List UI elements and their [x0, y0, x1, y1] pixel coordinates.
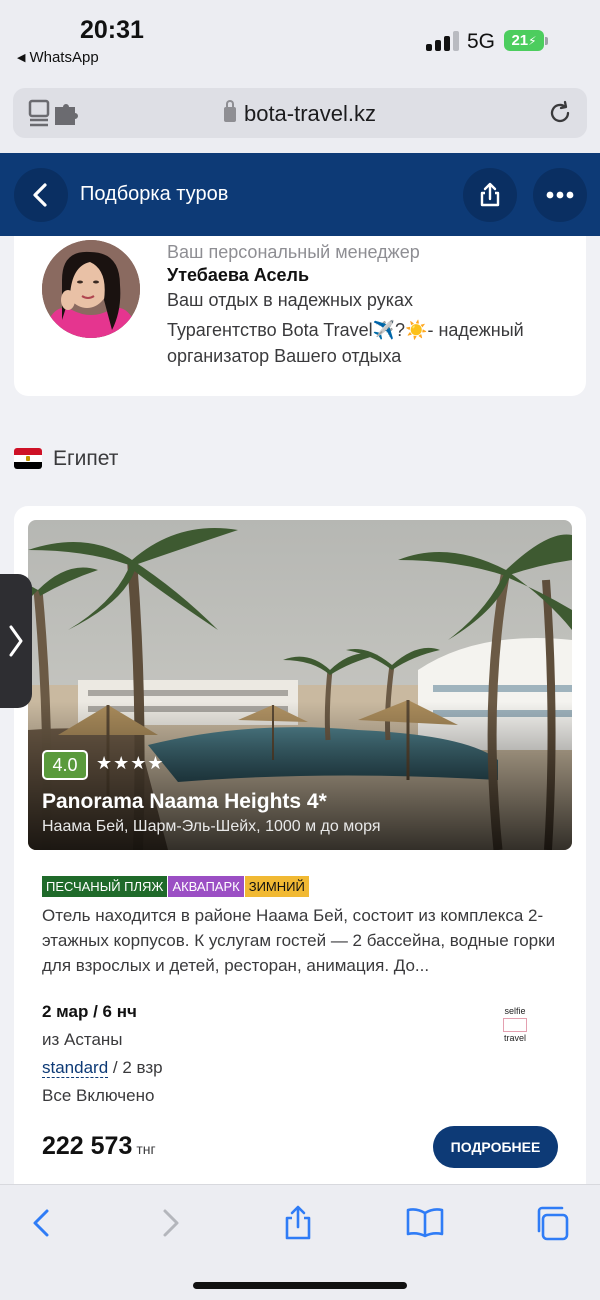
tour-operator-logo: selfie travel: [498, 1006, 532, 1046]
details-button[interactable]: ПОДРОБНЕЕ: [433, 1126, 558, 1168]
browser-url-area: bota-travel.kz: [0, 76, 600, 153]
home-indicator: [193, 1282, 407, 1289]
signal-icon: [426, 31, 460, 51]
trip-dates: 2 мар / 6 нч: [42, 1002, 137, 1021]
tag-aquapark: АКВАПАРК: [168, 876, 244, 897]
back-triangle-icon: ◀: [17, 52, 26, 64]
tour-price: 222 573 тнг: [42, 1132, 156, 1161]
battery-level: 21: [511, 32, 529, 49]
page-title: Подборка туров: [80, 183, 229, 205]
trip-departure: из Астаны: [42, 1030, 123, 1049]
manager-description: Турагентство Bota Travel✈️?☀️- надежный …: [167, 320, 524, 366]
status-time: 20:31: [80, 16, 144, 44]
egypt-flag-icon: [14, 448, 42, 469]
meal-plan: Все Включено: [42, 1086, 155, 1105]
price-value: 222 573: [42, 1132, 133, 1160]
star-rating-icon: ★★★★: [96, 753, 165, 773]
manager-card: Ваш персональный менеджер Утебаева Асель…: [14, 236, 586, 396]
hotel-description: Отель находится в районе Наама Бей, сост…: [42, 906, 556, 975]
manager-role: Ваш персональный менеджер: [167, 242, 420, 262]
chevron-right-icon: [9, 625, 23, 657]
hotel-card[interactable]: 4.0 ★★★★ Panorama Naama Heights 4* Наама…: [14, 506, 586, 1206]
lock-icon: [223, 100, 236, 122]
manager-avatar: [42, 240, 140, 338]
forward-arrow-icon[interactable]: [150, 1203, 190, 1243]
room-type-link[interactable]: standard: [42, 1058, 109, 1078]
guests-count: / 2 взр: [108, 1058, 163, 1077]
more-options-button[interactable]: [533, 168, 587, 222]
address-bar[interactable]: bota-travel.kz: [13, 88, 587, 138]
back-app-label: WhatsApp: [29, 49, 99, 66]
hotel-tags: ПЕСЧАНЫЙ ПЛЯЖ АКВАПАРК ЗИМНИЙ: [42, 876, 310, 898]
hotel-photo[interactable]: 4.0 ★★★★ Panorama Naama Heights 4* Наама…: [28, 520, 572, 850]
url-text: bota-travel.kz: [243, 101, 377, 126]
operator-logo-top: selfie: [504, 1006, 526, 1016]
back-arrow-icon[interactable]: [22, 1203, 62, 1243]
hotel-location: Наама Бей, Шарм-Эль-Шейх, 1000 м до моря: [42, 818, 381, 835]
manager-tagline: Ваш отдых в надежных руках: [167, 290, 413, 310]
side-panel-tab[interactable]: [0, 574, 32, 708]
chevron-left-icon: [33, 183, 47, 207]
back-to-app-link[interactable]: ◀ WhatsApp: [17, 49, 99, 66]
share-button[interactable]: [463, 168, 517, 222]
status-bar: 20:31 ◀ WhatsApp 5G 21⚡: [0, 0, 600, 76]
url-display[interactable]: bota-travel.kz: [13, 100, 587, 127]
price-currency: тнг: [136, 1141, 156, 1157]
tag-winter: ЗИМНИЙ: [244, 876, 309, 897]
rating-badge: 4.0: [42, 750, 88, 780]
share-icon: [480, 182, 500, 207]
trip-room: standard / 2 взр: [42, 1058, 163, 1078]
battery-icon: 21⚡: [504, 30, 544, 51]
tag-sandy-beach: ПЕСЧАНЫЙ ПЛЯЖ: [42, 876, 168, 897]
manager-name: Утебаева Асель: [167, 265, 310, 285]
hotel-name[interactable]: Panorama Naama Heights 4*: [42, 790, 327, 814]
share-icon[interactable]: [278, 1203, 318, 1243]
more-dots-icon: [546, 191, 574, 199]
operator-logo-box: [503, 1018, 527, 1032]
operator-logo-bottom: travel: [503, 1033, 526, 1043]
country-name: Египет: [53, 447, 119, 470]
app-header: Подборка туров: [0, 153, 600, 236]
reload-icon[interactable]: [547, 100, 573, 126]
battery-tip: [545, 37, 548, 45]
bookmarks-icon[interactable]: [405, 1203, 445, 1243]
tabs-icon[interactable]: [533, 1203, 573, 1243]
network-type: 5G: [467, 30, 496, 53]
back-button[interactable]: [14, 168, 68, 222]
